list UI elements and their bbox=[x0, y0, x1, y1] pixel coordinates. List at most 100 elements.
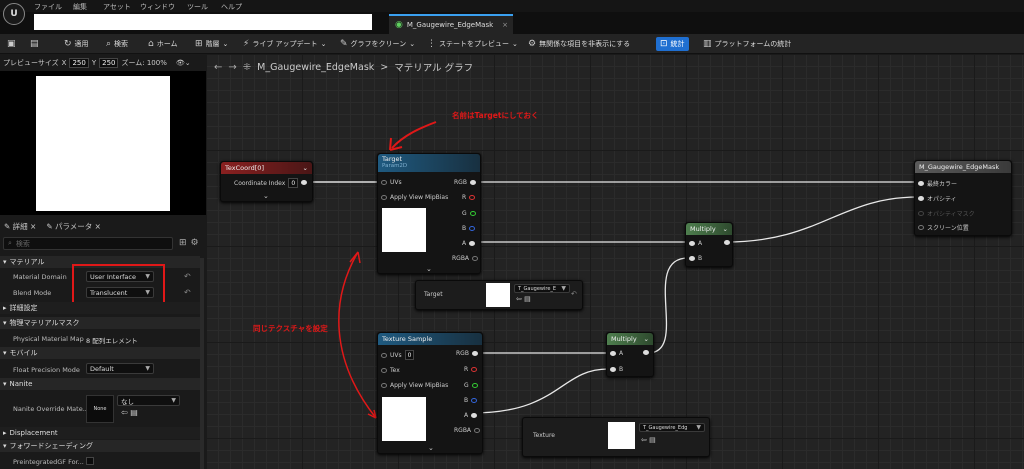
node-title: Multiply bbox=[690, 225, 716, 233]
pin-dot-icon bbox=[469, 241, 476, 246]
rgb-pin[interactable]: RGB bbox=[456, 350, 478, 357]
output-pin[interactable] bbox=[643, 350, 649, 355]
chevron-down-icon[interactable]: ⌄ bbox=[644, 335, 649, 343]
pin-dot-icon bbox=[471, 413, 478, 418]
node-multiply-header: Multiply ⌄ bbox=[607, 333, 653, 345]
pin-label: スクリーン位置 bbox=[927, 225, 969, 232]
r-pin[interactable]: R bbox=[462, 194, 476, 201]
opacity-pin[interactable]: オパシティ bbox=[918, 194, 957, 203]
param-asset-dropdown[interactable]: T_Gaugewire_E ▼ bbox=[514, 284, 570, 293]
pin-label: RGB bbox=[456, 350, 469, 357]
node-texcoord[interactable]: TexCoord[0] ⌄ Coordinate Index 0 ⌄ bbox=[220, 161, 313, 202]
mipbias-pin[interactable]: Apply View MipBias bbox=[381, 194, 448, 201]
node-subtitle: Param2D bbox=[382, 163, 408, 169]
pin-dot-icon bbox=[469, 211, 476, 216]
final-color-pin[interactable]: 最終カラー bbox=[918, 179, 957, 188]
param-texture-thumb[interactable] bbox=[608, 422, 635, 449]
a-pin[interactable]: A bbox=[610, 350, 623, 357]
pin-dot-icon bbox=[471, 398, 478, 403]
param-texture-thumb[interactable] bbox=[486, 283, 510, 307]
pin-dot-icon bbox=[474, 428, 481, 433]
pin-dot-icon bbox=[610, 351, 616, 356]
a-pin[interactable]: A bbox=[464, 412, 478, 419]
pin-dot-icon bbox=[471, 367, 478, 372]
node-output-header: M_Gaugewire_EdgeMask bbox=[915, 161, 1011, 173]
param-label: Target bbox=[424, 291, 443, 298]
pin-label: A bbox=[698, 240, 703, 247]
node-target[interactable]: Target Param2D UVs Apply View MipBias RGB… bbox=[377, 153, 481, 274]
g-pin[interactable]: G bbox=[464, 382, 478, 389]
pin-dot-icon bbox=[381, 368, 387, 373]
g-pin[interactable]: G bbox=[462, 210, 476, 217]
rgb-pin[interactable]: RGB bbox=[454, 179, 476, 186]
pin-label: R bbox=[462, 194, 467, 201]
chevron-down-icon[interactable]: ⌄ bbox=[303, 164, 308, 172]
node-multiply-2[interactable]: Multiply ⌄ A B bbox=[606, 332, 654, 377]
b-pin[interactable]: B bbox=[464, 397, 478, 404]
node-multiply-header: Multiply ⌄ bbox=[686, 223, 732, 235]
pin-label: Coordinate Index bbox=[234, 179, 286, 187]
b-pin[interactable]: B bbox=[689, 255, 702, 262]
output-pin[interactable] bbox=[724, 240, 730, 245]
pin-dot-icon bbox=[471, 351, 478, 356]
a-pin[interactable]: A bbox=[462, 240, 476, 247]
mipbias-pin[interactable]: Apply View MipBias bbox=[381, 382, 448, 389]
opacity-mask-pin: オパシティマスク bbox=[918, 209, 975, 218]
uvs-pin[interactable]: UVs 0 bbox=[381, 350, 415, 360]
node-texture-sample[interactable]: Texture Sample UVs 0 Tex Apply View MipBi… bbox=[377, 332, 483, 454]
pin-dot-icon bbox=[689, 256, 695, 261]
screen-position-pin[interactable]: スクリーン位置 bbox=[918, 223, 969, 232]
pin-dot-icon bbox=[469, 226, 476, 231]
pin-dot-icon bbox=[689, 241, 695, 246]
coordinate-index-input[interactable]: 0 bbox=[288, 178, 299, 188]
annotation-same-texture: 同じテクスチャを設定 bbox=[253, 324, 328, 333]
node-texture-param[interactable]: Texture T_Gaugewire_Edg ▼ ⇦ ▤ bbox=[522, 417, 710, 457]
reset-icon[interactable]: ↶ bbox=[571, 290, 577, 298]
browse-asset-icons[interactable]: ⇦ ▤ bbox=[516, 295, 531, 303]
pin-dot-icon bbox=[918, 211, 924, 216]
pin-dot-icon bbox=[918, 196, 924, 201]
pin-label: UVs bbox=[390, 179, 402, 186]
pin-label: B bbox=[619, 366, 624, 373]
pin-dot-icon bbox=[381, 383, 387, 388]
pin-label: A bbox=[462, 240, 467, 247]
pin-label: RGBA bbox=[454, 427, 472, 434]
expand-icon[interactable]: ⌄ bbox=[428, 444, 434, 452]
pin-label: Tex bbox=[390, 367, 400, 374]
pin-dot-icon bbox=[918, 225, 924, 230]
chevron-down-icon[interactable]: ⌄ bbox=[723, 225, 728, 233]
pin-dot-icon bbox=[724, 240, 730, 245]
b-pin[interactable]: B bbox=[462, 225, 476, 232]
wires-layer bbox=[306, 121, 919, 419]
pin-label: B bbox=[464, 397, 469, 404]
expand-icon[interactable]: ⌄ bbox=[263, 192, 269, 200]
node-title: TexCoord[0] bbox=[225, 164, 264, 172]
b-pin[interactable]: B bbox=[610, 366, 623, 373]
uvs-pin[interactable]: UVs bbox=[381, 179, 402, 186]
uvs-input[interactable]: 0 bbox=[404, 350, 415, 360]
node-target-param[interactable]: Target T_Gaugewire_E ▼ ⇦ ▤ ↶ bbox=[415, 280, 583, 310]
node-target-header: Target Param2D bbox=[378, 154, 480, 172]
target-texture-preview bbox=[382, 208, 426, 252]
browse-asset-icons[interactable]: ⇦ ▤ bbox=[641, 436, 656, 444]
output-pin[interactable] bbox=[301, 180, 307, 185]
tex-pin[interactable]: Tex bbox=[381, 367, 400, 374]
chevron-down-icon: ▼ bbox=[561, 285, 566, 292]
pin-dot-icon bbox=[472, 256, 479, 261]
pin-label: UVs bbox=[390, 351, 402, 359]
param-asset-dropdown[interactable]: T_Gaugewire_Edg ▼ bbox=[639, 423, 705, 432]
pin-label: G bbox=[462, 210, 467, 217]
chevron-down-icon: ▼ bbox=[696, 424, 701, 431]
a-pin[interactable]: A bbox=[689, 240, 702, 247]
node-material-output[interactable]: M_Gaugewire_EdgeMask 最終カラー オパシティ オパシティマス… bbox=[914, 160, 1012, 236]
pin-dot-icon bbox=[381, 180, 387, 185]
r-pin[interactable]: R bbox=[464, 366, 478, 373]
pin-dot-icon bbox=[381, 352, 387, 358]
rgba-pin[interactable]: RGBA bbox=[452, 255, 479, 262]
pin-dot-icon bbox=[469, 195, 476, 200]
expand-icon[interactable]: ⌄ bbox=[426, 265, 432, 273]
rgba-pin[interactable]: RGBA bbox=[454, 427, 481, 434]
node-title: M_Gaugewire_EdgeMask bbox=[919, 163, 1000, 171]
pin-label: R bbox=[464, 366, 469, 373]
node-multiply-1[interactable]: Multiply ⌄ A B bbox=[685, 222, 733, 267]
